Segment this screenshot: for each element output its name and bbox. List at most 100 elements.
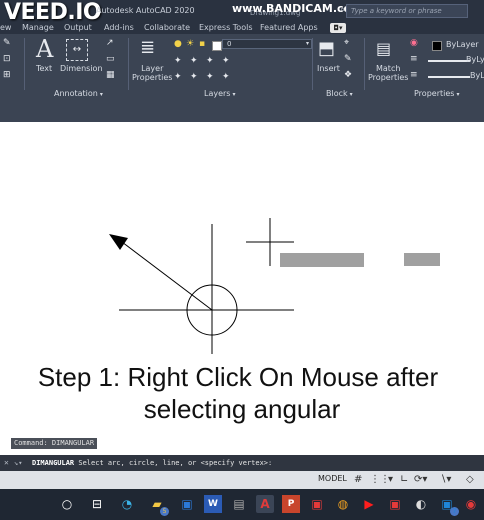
ortho-icon[interactable]: ∟ bbox=[400, 474, 408, 485]
layer-color-swatch[interactable] bbox=[212, 41, 222, 51]
gray-bar-left bbox=[280, 253, 364, 267]
arrowhead bbox=[109, 234, 128, 250]
create-block-icon[interactable]: ⌖ bbox=[344, 38, 349, 48]
tab-view[interactable]: ew bbox=[0, 23, 11, 32]
autocad-icon[interactable]: A bbox=[256, 495, 274, 513]
layer-tool-icon[interactable]: ✦ bbox=[222, 72, 230, 82]
match-properties-icon[interactable]: ▤ bbox=[376, 38, 391, 60]
edit-block-icon[interactable]: ✎ bbox=[344, 54, 352, 64]
diagonal-line[interactable] bbox=[121, 241, 213, 311]
store-icon[interactable]: ▣ bbox=[178, 495, 196, 513]
layer-properties-button[interactable]: Layer Properties bbox=[132, 64, 172, 82]
explorer-badge: 5 bbox=[160, 507, 169, 516]
tab-featured-apps[interactable]: Featured Apps bbox=[260, 23, 318, 32]
app-blue-icon[interactable]: ▣ 7 bbox=[438, 495, 459, 516]
color-swatch[interactable] bbox=[432, 41, 442, 51]
close-icon[interactable]: ✕ bbox=[4, 455, 9, 471]
draw-tool-icon[interactable]: ✎ bbox=[3, 38, 11, 48]
title-bar: VEED.IO Autodesk AutoCAD 2020 Drawing1.d… bbox=[0, 0, 484, 25]
tab-output[interactable]: Output bbox=[64, 23, 92, 32]
status-bar: MODEL # ⋮⋮ ▾ ∟ ⟳▾ ∖▾ ◇ bbox=[0, 471, 484, 489]
file-explorer-icon[interactable]: ▰ 5 bbox=[148, 495, 169, 516]
lineweight-icon[interactable]: ≡ bbox=[410, 70, 418, 80]
insert-block-icon[interactable]: ⬒ bbox=[318, 38, 335, 60]
command-prompt-icon[interactable]: ↘▾ bbox=[14, 455, 22, 471]
annotation-panel-title[interactable]: Annotation ▾ bbox=[54, 89, 103, 98]
model-button[interactable]: MODEL bbox=[318, 474, 347, 483]
lineweight-line bbox=[428, 76, 470, 78]
tab-express-tools[interactable]: Express Tools bbox=[199, 23, 253, 32]
word-icon[interactable]: W bbox=[204, 495, 222, 513]
camera-icon[interactable]: ◐ bbox=[412, 495, 430, 513]
layer-tool-icon[interactable]: ✦ bbox=[190, 56, 198, 66]
color-dropdown[interactable]: ByLayer bbox=[446, 40, 479, 49]
gray-bar-right bbox=[404, 253, 440, 266]
layer-tool-icon[interactable]: ✦ bbox=[174, 56, 182, 66]
table-style-icon[interactable]: ▭ bbox=[106, 54, 115, 64]
ribbon-lower-area bbox=[0, 100, 484, 122]
caption-line-2: selecting angular bbox=[143, 394, 341, 424]
search-input[interactable]: Type a keyword or phrase bbox=[346, 4, 468, 18]
layers-panel-title[interactable]: Layers ▾ bbox=[204, 89, 236, 98]
linetype-icon[interactable]: ≡ bbox=[410, 54, 418, 64]
powerpoint-icon[interactable]: P bbox=[282, 495, 300, 513]
linetype-dropdown[interactable]: ByLy bbox=[466, 55, 484, 64]
layer-dropdown[interactable]: 0 ▾ bbox=[222, 39, 312, 49]
lineweight-dropdown[interactable]: ByL bbox=[470, 71, 484, 80]
caption-line-1: Step 1: Right Click On Mouse after bbox=[37, 362, 439, 392]
command-history: Command: DIMANGULAR bbox=[11, 438, 98, 449]
dimension-icon[interactable]: ↔ bbox=[66, 39, 88, 61]
youtube-icon[interactable]: ▶ bbox=[360, 495, 378, 513]
app-red-icon[interactable]: ▣ bbox=[308, 495, 326, 513]
tab-overflow-button[interactable]: ◘▾ bbox=[330, 23, 346, 33]
layer-tool-icon[interactable]: ✦ bbox=[206, 56, 214, 66]
layer-tool-icon[interactable]: ✦ bbox=[174, 72, 182, 82]
polar-icon[interactable]: ⟳▾ bbox=[414, 474, 427, 485]
ribbon-tabs: ew Manage Output Add-ins Collaborate Exp… bbox=[0, 22, 484, 34]
layer-properties-icon[interactable]: ≣ bbox=[140, 38, 155, 58]
app-icon[interactable]: ▤ bbox=[230, 495, 248, 513]
layer-freeze-icon[interactable]: ☀ bbox=[186, 39, 194, 49]
search-icon[interactable]: ⌕ bbox=[340, 5, 345, 15]
layer-tool-icon[interactable]: ✦ bbox=[190, 72, 198, 82]
tab-collaborate[interactable]: Collaborate bbox=[144, 23, 190, 32]
command-name: DIMANGULAR bbox=[32, 459, 75, 467]
snap-icon[interactable]: ⋮⋮ bbox=[370, 474, 390, 485]
dimension-button[interactable]: Dimension bbox=[60, 64, 103, 73]
modify-tool-icon[interactable]: ⊡ bbox=[3, 54, 11, 64]
layer-tool-icon[interactable]: ✦ bbox=[206, 72, 214, 82]
attribute-icon[interactable]: ❖ bbox=[344, 70, 352, 80]
match-properties-button[interactable]: Match Properties bbox=[368, 64, 408, 82]
app-title: Autodesk AutoCAD 2020 bbox=[96, 6, 195, 15]
text-icon[interactable]: A bbox=[36, 36, 53, 62]
grid-icon[interactable]: # bbox=[354, 474, 362, 485]
tab-manage[interactable]: Manage bbox=[22, 23, 54, 32]
osnap-icon[interactable]: ∖▾ bbox=[440, 474, 451, 485]
snap-dropdown-icon[interactable]: ▾ bbox=[388, 474, 393, 485]
layer-on-icon[interactable]: ● bbox=[174, 39, 182, 49]
layer-tool-icon[interactable]: ✦ bbox=[222, 56, 230, 66]
search-taskbar-icon[interactable]: ○ bbox=[58, 495, 76, 513]
app-badge: 7 bbox=[450, 507, 459, 516]
insert-button[interactable]: Insert bbox=[317, 64, 340, 73]
task-view-icon[interactable]: ⊟ bbox=[88, 495, 106, 513]
layer-lock-icon[interactable]: ▪ bbox=[199, 39, 205, 49]
table-icon[interactable]: ▦ bbox=[106, 70, 115, 80]
text-button[interactable]: Text bbox=[36, 64, 52, 73]
leader-icon[interactable]: ↗ bbox=[106, 38, 114, 48]
recorder-icon[interactable]: ▣ bbox=[386, 495, 404, 513]
command-line[interactable]: ✕ ↘▾ DIMANGULAR Select arc, circle, line… bbox=[0, 455, 484, 471]
record-icon[interactable]: ◉ bbox=[462, 495, 480, 513]
tab-add-ins[interactable]: Add-ins bbox=[104, 23, 134, 32]
color-wheel-icon[interactable]: ◉ bbox=[410, 38, 418, 48]
array-tool-icon[interactable]: ⊞ bbox=[3, 70, 11, 80]
chrome-icon[interactable]: ◍ bbox=[334, 495, 352, 513]
edge-icon[interactable]: ◔ bbox=[118, 495, 136, 513]
command-instruction: Select arc, circle, line, or <specify ve… bbox=[74, 459, 273, 467]
linetype-line bbox=[428, 60, 470, 62]
isodraft-icon[interactable]: ◇ bbox=[466, 474, 474, 485]
command-prompt-text: DIMANGULAR Select arc, circle, line, or … bbox=[32, 455, 272, 471]
properties-panel-title[interactable]: Properties ▾ bbox=[414, 89, 459, 98]
block-panel-title[interactable]: Block ▾ bbox=[326, 89, 353, 98]
ribbon: ✎ ⊡ ⊞ A Text ↔ Dimension ↗ ▭ ▦ Annotatio… bbox=[0, 34, 484, 100]
